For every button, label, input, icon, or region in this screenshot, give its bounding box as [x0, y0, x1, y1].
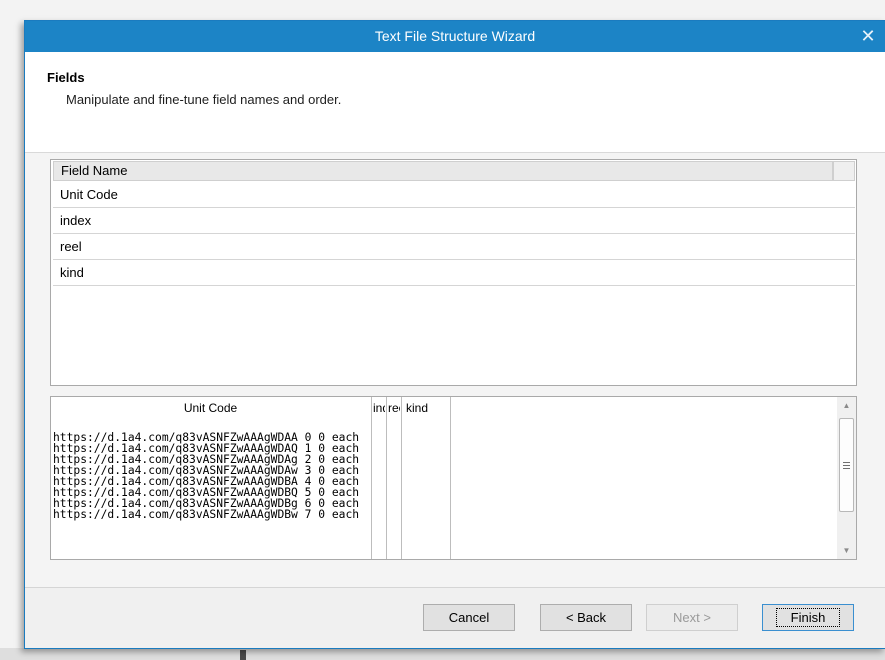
close-icon: ✕ — [860, 26, 876, 46]
window-title: Text File Structure Wizard — [374, 28, 536, 44]
preview-row: https://d.1a4.com/q83vASNFZwAAAgWDBw 7 0… — [53, 508, 360, 521]
field-name-column-header[interactable]: Field Name — [53, 161, 833, 181]
scroll-thumb[interactable] — [839, 418, 854, 512]
preview-column-separator[interactable] — [401, 397, 402, 559]
preview-column-header-index[interactable]: index — [373, 401, 385, 415]
wizard-body: Field Name Unit Code index reel kind Uni… — [25, 153, 885, 587]
preview-vertical-scrollbar[interactable]: ▲ ▼ — [837, 397, 856, 559]
wizard-header: Fields Manipulate and fine-tune field na… — [25, 52, 885, 153]
field-row-unit-code[interactable]: Unit Code — [53, 182, 855, 208]
step-description: Manipulate and fine-tune field names and… — [66, 92, 342, 107]
field-list-header-filler — [833, 161, 855, 181]
scroll-up-button[interactable]: ▲ — [837, 397, 856, 414]
field-row-kind[interactable]: kind — [53, 260, 855, 286]
preview-column-header-reel[interactable]: reel — [388, 401, 400, 415]
scroll-down-button[interactable]: ▼ — [837, 542, 856, 559]
preview-column-separator[interactable] — [371, 397, 372, 559]
desktop-divider — [240, 650, 246, 660]
chevron-down-icon: ▼ — [842, 546, 851, 555]
data-preview[interactable]: Unit Code index reel kind https://d.1a4.… — [50, 396, 857, 560]
grip-icon — [843, 461, 850, 469]
finish-button-label: Finish — [775, 608, 841, 627]
cancel-button[interactable]: Cancel — [423, 604, 515, 631]
chevron-up-icon: ▲ — [842, 401, 851, 410]
preview-column-separator[interactable] — [450, 397, 451, 559]
preview-column-header-kind[interactable]: kind — [406, 401, 446, 415]
desktop-bottom-strip — [0, 648, 885, 660]
next-button[interactable]: Next > — [646, 604, 738, 631]
field-row-index[interactable]: index — [53, 208, 855, 234]
field-list[interactable]: Field Name Unit Code index reel kind — [50, 159, 857, 386]
preview-column-separator[interactable] — [386, 397, 387, 559]
close-button[interactable]: ✕ — [851, 21, 885, 52]
preview-column-header-unit-code[interactable]: Unit Code — [53, 401, 368, 415]
title-bar: Text File Structure Wizard ✕ — [25, 21, 885, 52]
field-row-reel[interactable]: reel — [53, 234, 855, 260]
wizard-dialog: Text File Structure Wizard ✕ Fields Mani… — [24, 20, 885, 649]
step-title: Fields — [47, 70, 85, 85]
back-button[interactable]: < Back — [540, 604, 632, 631]
finish-button[interactable]: Finish — [762, 604, 854, 631]
wizard-footer: Cancel < Back Next > Finish — [25, 587, 885, 648]
